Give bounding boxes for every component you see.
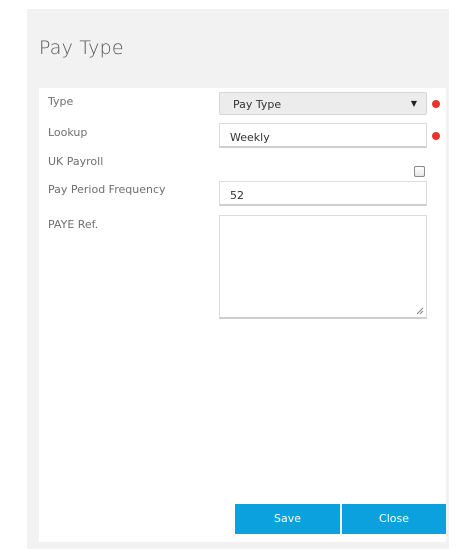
caret-down-icon: ▼ [410, 99, 417, 108]
dialog-title: Pay Type [39, 37, 124, 59]
pay-period-frequency-value: 52 [230, 189, 244, 202]
type-select[interactable]: Pay Type ▼ [219, 92, 427, 115]
save-button[interactable]: Save [235, 504, 340, 534]
form-panel: Type Pay Type ▼ Lookup Weekly UK Payroll… [39, 88, 446, 542]
lookup-input[interactable]: Weekly [219, 123, 427, 148]
type-required-indicator [432, 100, 440, 108]
lookup-required-indicator [432, 132, 440, 140]
type-select-value: Pay Type [233, 98, 282, 111]
uk-payroll-label: UK Payroll [48, 155, 104, 168]
resize-handle-icon[interactable] [416, 307, 424, 315]
lookup-label: Lookup [48, 126, 88, 139]
close-button[interactable]: Close [342, 504, 446, 534]
uk-payroll-checkbox[interactable] [414, 166, 425, 177]
lookup-input-value: Weekly [230, 131, 270, 144]
type-label: Type [48, 95, 74, 108]
pay-type-dialog: Pay Type Type Pay Type ▼ Lookup Weekly U… [27, 9, 449, 549]
paye-ref-textarea[interactable] [219, 215, 427, 319]
pay-period-frequency-input[interactable]: 52 [219, 181, 427, 206]
paye-ref-label: PAYE Ref. [48, 218, 99, 231]
pay-period-frequency-label: Pay Period Frequency [48, 183, 166, 196]
